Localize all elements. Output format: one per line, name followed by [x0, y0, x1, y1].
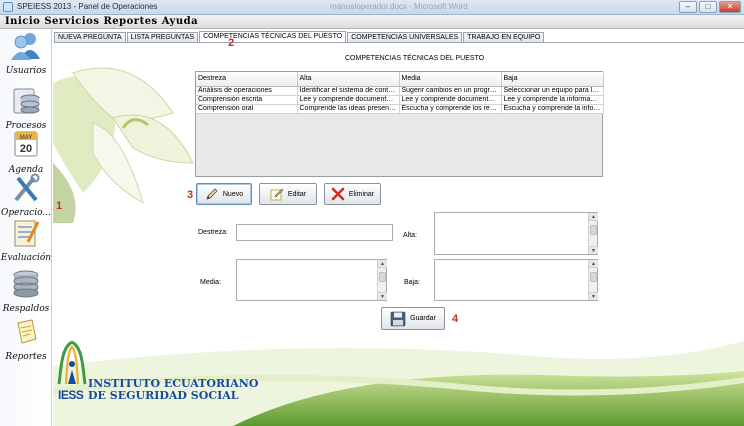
table-cell: Seleccionar un equipo para la ofi... — [501, 86, 604, 96]
calendar-icon: MAY 20 — [14, 131, 38, 157]
annotation-2: 2 — [228, 37, 235, 49]
scrollbar[interactable]: ▲ ▼ — [588, 260, 598, 300]
logo-acronym: IESS — [58, 388, 84, 402]
sidebar-item-label: Evaluación — [0, 253, 52, 263]
logo-line-2: DE SEGURIDAD SOCIAL — [88, 389, 239, 402]
calendar-day: 20 — [20, 143, 32, 155]
table-row[interactable]: Comprensión escrita Lee y comprende docu… — [196, 95, 604, 105]
column-header-baja[interactable]: Baja — [501, 72, 604, 87]
table-cell: Comprensión escrita — [196, 95, 298, 105]
minimize-button[interactable]: – — [679, 1, 697, 13]
scroll-thumb[interactable] — [379, 272, 386, 282]
pencil-icon — [206, 188, 218, 200]
eliminar-label: Eliminar — [348, 190, 375, 198]
nuevo-label: Nuevo — [222, 190, 244, 198]
baja-textarea[interactable]: ▲ ▼ — [434, 259, 598, 301]
window-title: SPEIESS 2013 - Panel de Operaciones — [17, 2, 158, 11]
table-cell: Escucha y comprende los requeri... — [399, 104, 502, 114]
sidebar-item-label: Usuarios — [5, 66, 47, 76]
flower-decoration — [53, 67, 194, 223]
table-cell: Identificar el sistema de control r... — [297, 86, 400, 96]
iess-logo — [57, 340, 87, 385]
baja-label: Baja: — [404, 279, 420, 286]
background-window-title: manualoperador.docx - Microsoft Word — [330, 2, 468, 11]
annotation-4: 4 — [452, 313, 459, 325]
report-icon — [17, 319, 37, 344]
window-titlebar: SPEIESS 2013 - Panel de Operaciones manu… — [0, 0, 744, 15]
sidebar-item-reportes[interactable]: Reportes — [0, 317, 52, 362]
guardar-button[interactable]: Guardar — [381, 307, 445, 330]
scroll-up-icon[interactable]: ▲ — [589, 213, 598, 221]
sidebar-item-evaluacion[interactable]: Evaluación — [0, 218, 52, 263]
scroll-up-icon[interactable]: ▲ — [589, 260, 598, 268]
scrollbar[interactable]: ▲ ▼ — [588, 213, 598, 254]
database-icon — [13, 88, 40, 114]
window-controls: – □ ✕ — [679, 1, 741, 13]
annotation-1: 1 — [56, 200, 63, 212]
tab-divider — [54, 42, 744, 43]
sidebar-item-procesos[interactable]: Procesos — [0, 86, 52, 131]
table-row[interactable]: Comprensión oral Comprende las ideas pre… — [196, 104, 604, 114]
tools-icon — [14, 173, 40, 202]
close-button[interactable]: ✕ — [719, 1, 741, 13]
sidebar-item-label: Respaldos — [2, 304, 50, 314]
nuevo-button[interactable]: Nuevo — [196, 183, 252, 205]
destreza-field[interactable] — [236, 224, 393, 241]
destreza-label: Destreza: — [198, 229, 228, 236]
app-icon — [3, 2, 13, 12]
scrollbar[interactable]: ▲ ▼ — [377, 260, 387, 300]
sidebar-item-label: Operacio... — [1, 208, 51, 218]
table-cell: Lee y comprende documentos de... — [297, 95, 400, 105]
column-header-destreza[interactable]: Destreza — [196, 72, 298, 87]
menu-ayuda[interactable]: Ayuda — [162, 15, 198, 28]
scroll-thumb[interactable] — [590, 225, 597, 235]
menu-inicio[interactable]: Inicio — [5, 15, 40, 28]
guardar-label: Guardar — [410, 315, 436, 322]
eliminar-button[interactable]: Eliminar — [324, 183, 381, 205]
media-textarea[interactable]: ▲ ▼ — [236, 259, 387, 301]
table-cell: Escucha y comprende la informac... — [501, 104, 604, 114]
disk-stack-icon — [13, 270, 39, 298]
floppy-disk-icon — [390, 311, 406, 326]
delete-x-icon — [331, 187, 345, 201]
checklist-icon — [14, 220, 40, 247]
sidebar-item-agenda[interactable]: MAY 20 Agenda — [0, 130, 52, 175]
table-cell: Lee y comprende documentos de... — [399, 95, 502, 105]
table-row[interactable]: Análisis de operaciones Identificar el s… — [196, 86, 604, 96]
column-header-alta[interactable]: Alta — [297, 72, 400, 87]
logo-text: INSTITUTO ECUATORIANO DE SEGURIDAD SOCIA… — [88, 378, 258, 402]
edit-icon — [270, 188, 284, 201]
column-header-media[interactable]: Media — [399, 72, 502, 87]
editar-label: Editar — [287, 190, 307, 198]
alta-label: Alta: — [403, 232, 418, 239]
panel-title: COMPETENCIAS TÉCNICAS DEL PUESTO — [345, 55, 485, 62]
calendar-month: MAY — [20, 135, 33, 141]
table-cell: Sugerir cambios en un programa ... — [399, 86, 502, 96]
table-header-row: Destreza Alta Media Baja — [196, 72, 604, 87]
sidebar-item-respaldos[interactable]: Respaldos — [0, 269, 52, 314]
scroll-thumb[interactable] — [590, 272, 597, 282]
menu-reportes[interactable]: Reportes — [103, 15, 157, 28]
scroll-down-icon[interactable]: ▼ — [589, 292, 598, 300]
users-icon — [11, 33, 40, 60]
editar-button[interactable]: Editar — [259, 183, 317, 205]
sidebar: Usuarios Procesos MAY 20 Agenda Operacio… — [0, 29, 52, 426]
alta-textarea[interactable]: ▲ ▼ — [434, 212, 598, 255]
table-cell: Lee y comprende la información s... — [501, 95, 604, 105]
competencias-table[interactable]: Destreza Alta Media Baja Análisis de ope… — [195, 71, 604, 177]
maximize-button[interactable]: □ — [699, 1, 717, 13]
sidebar-item-operaciones[interactable]: Operacio... — [0, 173, 52, 218]
table-cell: Comprende las ideas presentada... — [297, 104, 400, 114]
sidebar-item-label: Reportes — [5, 352, 47, 362]
sidebar-item-usuarios[interactable]: Usuarios — [0, 31, 52, 76]
table-cell: Análisis de operaciones — [196, 86, 298, 96]
media-label: Media: — [200, 279, 222, 286]
scroll-down-icon[interactable]: ▼ — [378, 292, 387, 300]
table-cell: Comprensión oral — [196, 104, 298, 114]
menu-bar: Inicio Servicios Reportes Ayuda — [0, 15, 744, 29]
annotation-3: 3 — [187, 189, 194, 201]
menu-servicios[interactable]: Servicios — [44, 15, 99, 28]
scroll-up-icon[interactable]: ▲ — [378, 260, 387, 268]
scroll-down-icon[interactable]: ▼ — [589, 246, 598, 254]
